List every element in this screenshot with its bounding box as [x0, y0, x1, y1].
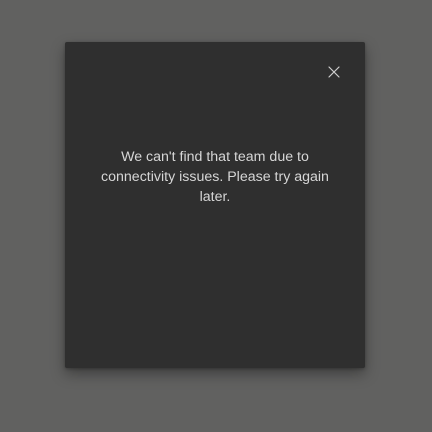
error-message: We can't find that team due to connectiv… [101, 149, 329, 205]
error-dialog: We can't find that team due to connectiv… [65, 42, 365, 368]
close-icon [328, 66, 340, 78]
close-button[interactable] [321, 59, 347, 85]
